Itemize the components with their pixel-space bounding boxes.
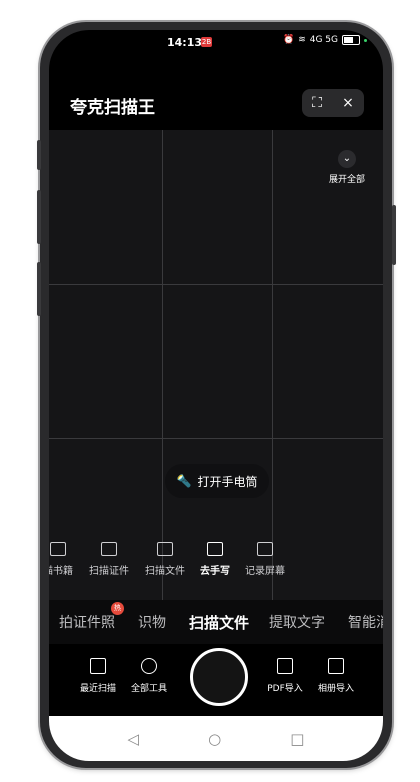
expand-all-button[interactable]: ⌄ 展开全部 — [329, 150, 365, 185]
recent-scans-button[interactable]: 最近扫描 — [76, 658, 120, 694]
grid-line — [272, 130, 273, 600]
mode-tabs: 拍证件照 热 识物 扫描文件 提取文字 智能消 — [49, 600, 383, 644]
tool-book-scan[interactable]: 描书籍 — [49, 542, 73, 577]
hot-badge: 热 — [111, 602, 124, 615]
pdf-import-button[interactable]: PDF导入 — [263, 658, 307, 694]
grid-icon — [141, 658, 157, 674]
tab-smart[interactable]: 智能消 — [348, 612, 383, 632]
tab-scan-document[interactable]: 扫描文件 — [189, 612, 249, 633]
close-icon[interactable]: × — [342, 95, 354, 111]
grid-line — [162, 130, 163, 600]
notification-badge: 2B — [201, 37, 212, 47]
grid-line — [49, 284, 383, 285]
system-nav-bar: ◁ ○ □ — [49, 716, 383, 761]
volume-up-button — [37, 140, 41, 170]
tab-extract-text[interactable]: 提取文字 — [269, 612, 325, 632]
app-screen: 14:13 2B ⏰ ≋ 4G 5G 夸克扫描王 ⛶ × ⌄ 展开全部 🔦 打开… — [49, 30, 383, 761]
power-button — [392, 205, 396, 265]
status-icons: ⏰ ≋ 4G 5G — [283, 35, 367, 45]
flashlight-label: 打开手电筒 — [197, 474, 258, 489]
tool-id-scan[interactable]: 扫描证件 — [89, 542, 129, 577]
signal-text: 4G 5G — [309, 35, 338, 45]
chevron-down-icon: ⌄ — [338, 150, 356, 168]
tab-identify-object[interactable]: 识物 — [138, 612, 166, 632]
book-icon — [50, 542, 66, 556]
status-bar: 14:13 2B ⏰ ≋ 4G 5G — [49, 30, 383, 58]
quick-tools-row: 描书籍 扫描证件 扫描文件 去手写 记录屏幕 — [49, 542, 383, 582]
screen-record-icon — [257, 542, 273, 556]
home-icon[interactable]: ○ — [208, 730, 221, 748]
tool-remove-handwriting[interactable]: 去手写 — [200, 542, 230, 577]
all-tools-button[interactable]: 全部工具 — [127, 658, 171, 694]
album-import-button[interactable]: 相册导入 — [314, 658, 358, 694]
scan-frame-icon[interactable]: ⛶ — [312, 95, 322, 111]
side-key — [37, 262, 41, 316]
battery-icon — [342, 35, 360, 45]
grid-line — [49, 438, 383, 439]
volume-down-button — [37, 190, 41, 244]
expand-all-label: 展开全部 — [329, 175, 366, 185]
flashlight-button[interactable]: 🔦 打开手电筒 — [165, 464, 269, 498]
privacy-dot-icon — [364, 38, 367, 42]
recent-apps-icon[interactable]: □ — [290, 730, 304, 748]
folder-icon — [90, 658, 106, 674]
wifi-icon: ≋ — [298, 35, 306, 45]
tool-doc-scan[interactable]: 扫描文件 — [145, 542, 185, 577]
image-icon — [328, 658, 344, 674]
app-title: 夸克扫描王 — [70, 98, 155, 118]
flashlight-icon: 🔦 — [176, 474, 192, 488]
pdf-icon — [277, 658, 293, 674]
id-card-icon — [101, 542, 117, 556]
alarm-icon: ⏰ — [282, 35, 295, 45]
camera-viewfinder[interactable]: ⌄ 展开全部 🔦 打开手电筒 描书籍 扫描证件 扫描文件 去手写 — [49, 130, 383, 600]
header-actions: ⛶ × — [302, 89, 364, 117]
eraser-icon — [207, 542, 223, 556]
tab-id-photo[interactable]: 拍证件照 热 — [59, 602, 124, 632]
document-icon — [157, 542, 173, 556]
status-time: 14:13 — [167, 36, 203, 49]
back-icon[interactable]: ◁ — [128, 730, 140, 748]
bottom-toolbar: 最近扫描 全部工具 PDF导入 相册导入 — [49, 644, 383, 714]
shutter-button[interactable] — [190, 648, 248, 706]
tool-record-screen[interactable]: 记录屏幕 — [245, 542, 285, 577]
